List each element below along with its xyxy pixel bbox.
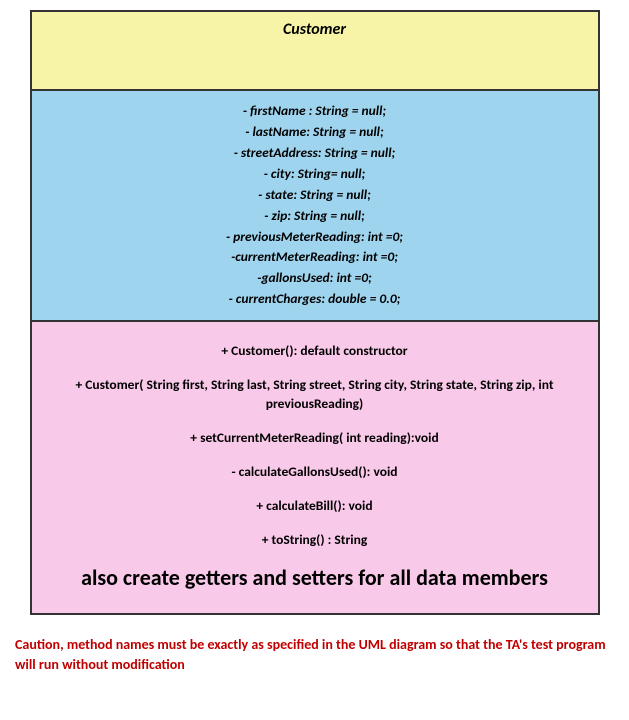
attribute-line: - firstName : String = null; xyxy=(32,101,598,122)
caution-text: Caution, method names must be exactly as… xyxy=(15,635,614,674)
method-note: also create getters and setters for all … xyxy=(47,564,583,593)
uml-methods-section: + Customer(): default constructor + Cust… xyxy=(32,322,598,613)
method-line: + Customer(): default constructor xyxy=(47,342,583,361)
method-line: + setCurrentMeterReading( int reading):v… xyxy=(47,429,583,448)
class-name: Customer xyxy=(32,20,598,39)
uml-attributes-section: - firstName : String = null; - lastName:… xyxy=(32,91,598,322)
attribute-line: -currentMeterReading: int =0; xyxy=(32,247,598,268)
attribute-line: - previousMeterReading: int =0; xyxy=(32,227,598,248)
attribute-line: - lastName: String = null; xyxy=(32,122,598,143)
uml-class-name-section: Customer xyxy=(32,12,598,91)
uml-class-diagram: Customer - firstName : String = null; - … xyxy=(30,10,600,615)
attribute-line: - state: String = null; xyxy=(32,185,598,206)
method-line: + Customer( String first, String last, S… xyxy=(47,376,583,414)
attribute-line: - currentCharges: double = 0.0; xyxy=(32,289,598,310)
attribute-line: -gallonsUsed: int =0; xyxy=(32,268,598,289)
attribute-line: - streetAddress: String = null; xyxy=(32,143,598,164)
attribute-line: - zip: String = null; xyxy=(32,206,598,227)
method-line: - calculateGallonsUsed(): void xyxy=(47,463,583,482)
method-line: + calculateBill(): void xyxy=(47,497,583,516)
method-line: + toString() : String xyxy=(47,531,583,550)
attribute-line: - city: String= null; xyxy=(32,164,598,185)
